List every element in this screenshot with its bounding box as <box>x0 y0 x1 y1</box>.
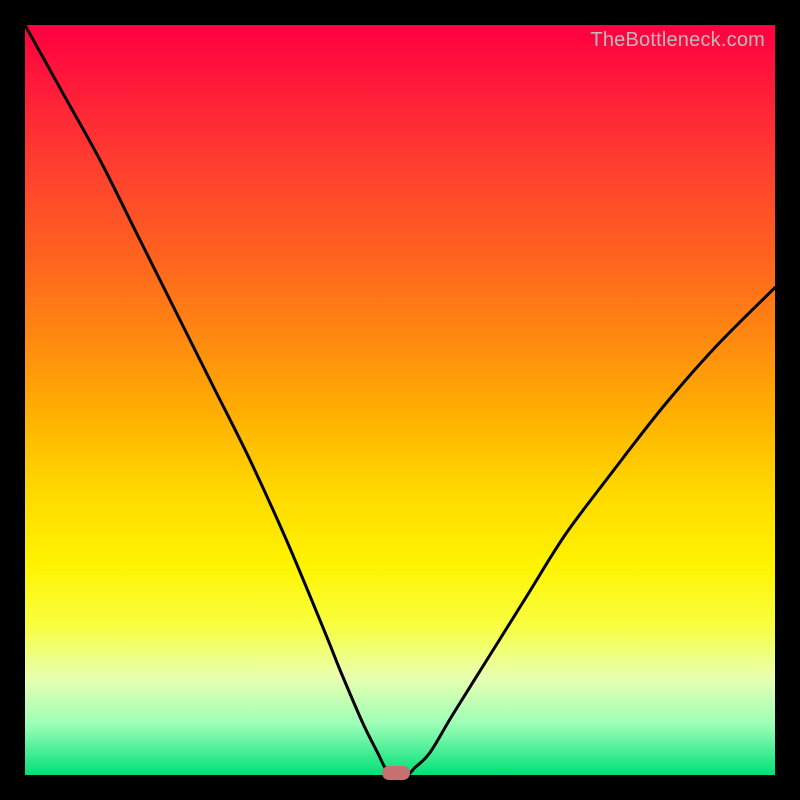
curve-path <box>25 25 775 775</box>
plot-area: TheBottleneck.com <box>25 25 775 775</box>
frame: TheBottleneck.com <box>0 0 800 800</box>
bottleneck-curve <box>25 25 775 775</box>
optimum-marker <box>382 766 410 780</box>
